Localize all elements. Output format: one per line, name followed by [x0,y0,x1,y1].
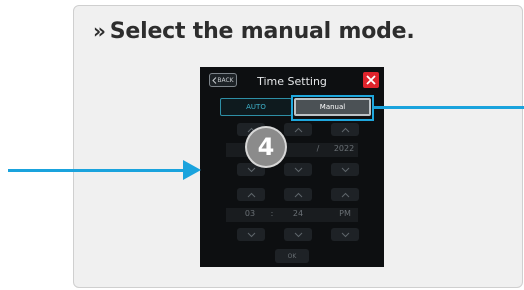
date-separator: / [316,144,320,153]
chevron-up-icon [294,127,302,132]
chevron-down-icon [341,232,349,237]
day-down-button[interactable] [284,163,312,176]
manual-highlight-box [291,95,374,121]
chevron-down-icon [341,167,349,172]
minute-value: 24 [292,209,304,218]
year-down-button[interactable] [331,163,359,176]
chevron-down-icon [294,232,302,237]
chevron-up-icon [341,127,349,132]
hour-value: 03 [244,209,256,218]
screen-title: Time Setting [257,75,327,88]
ampm-down-button[interactable] [331,228,359,241]
callout-line [374,106,524,109]
ampm-up-button[interactable] [331,188,359,201]
time-separator: : [270,209,274,218]
close-button[interactable] [363,72,379,88]
arrow-right-icon [183,160,201,180]
chevron-up-icon [294,192,302,197]
year-value: 2022 [333,144,355,153]
minute-up-button[interactable] [284,188,312,201]
auto-mode-button[interactable]: AUTO [220,98,292,116]
step-number-badge: 4 [247,128,285,166]
chevron-up-icon [341,192,349,197]
close-icon [366,75,376,85]
minute-down-button[interactable] [284,228,312,241]
year-up-button[interactable] [331,123,359,136]
chevron-down-icon [247,232,255,237]
double-chevron-icon: » [93,19,106,43]
hour-down-button[interactable] [237,228,265,241]
ampm-value: PM [339,209,351,218]
instruction-heading: » Select the manual mode. [93,19,415,44]
chevron-down-icon [247,167,255,172]
instruction-text: Select the manual mode. [109,19,415,44]
day-up-button[interactable] [284,123,312,136]
hour-up-button[interactable] [237,188,265,201]
chevron-up-icon [247,192,255,197]
ok-button[interactable]: OK [275,249,309,263]
pointer-arrow-line [8,169,188,172]
chevron-down-icon [294,167,302,172]
